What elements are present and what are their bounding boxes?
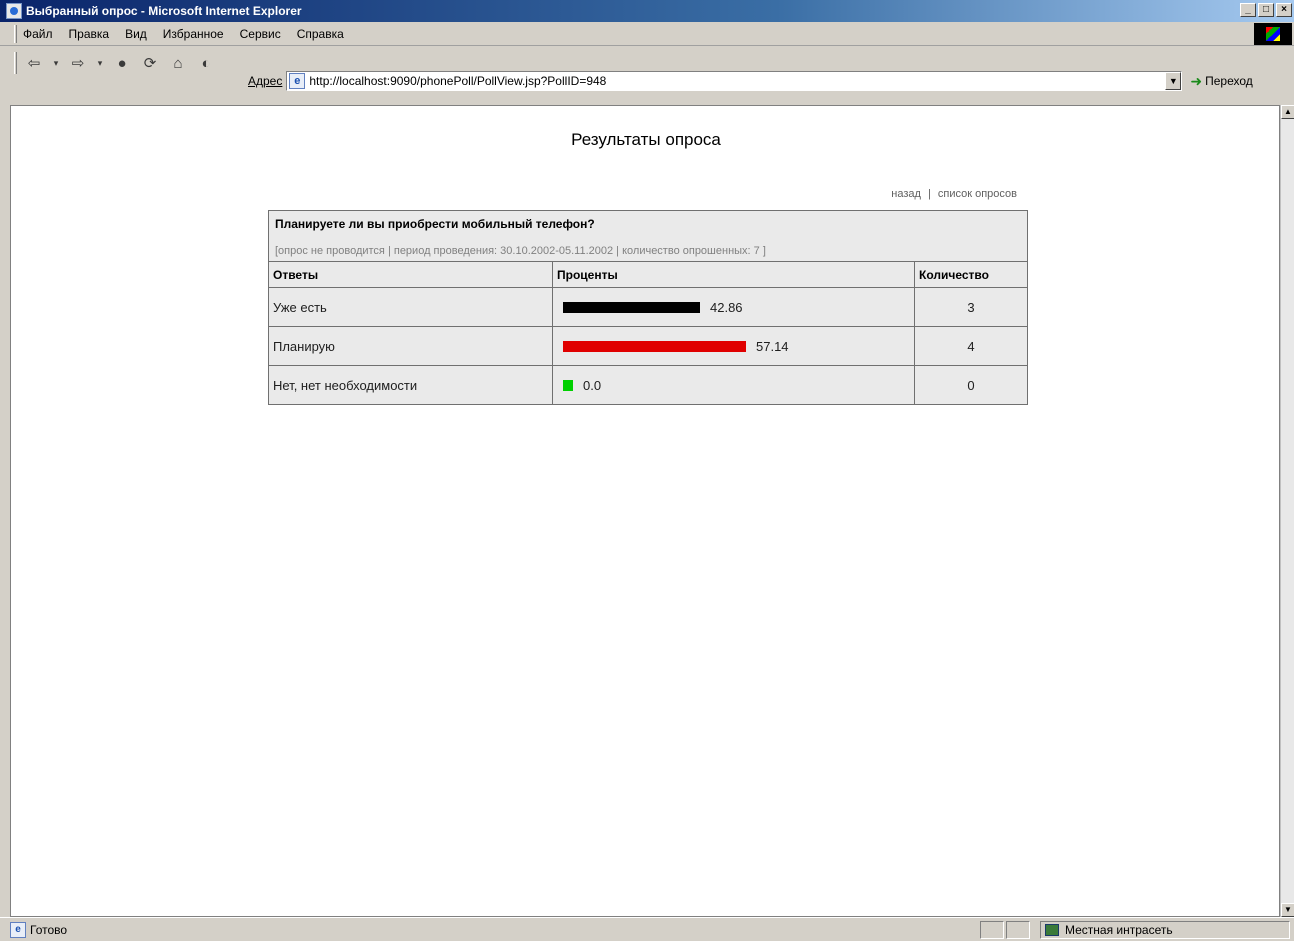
percent-bar	[563, 301, 700, 313]
count-cell: 4	[914, 326, 1028, 366]
window-title: Выбранный опрос - Microsoft Internet Exp…	[26, 4, 302, 18]
chevron-down-icon[interactable]: ▾	[51, 52, 61, 74]
percent-cell: 0.0	[552, 365, 915, 405]
intranet-icon	[1045, 924, 1059, 936]
menu-help[interactable]: Справка	[297, 27, 344, 41]
percent-cell: 42.86	[552, 287, 915, 327]
percent-value: 0.0	[583, 377, 602, 393]
address-input[interactable]: e http://localhost:9090/phonePoll/PollVi…	[286, 71, 1183, 91]
menu-file[interactable]: Файл	[23, 27, 53, 41]
go-arrow-icon: ➜	[1190, 72, 1203, 89]
address-bar: Адрес e http://localhost:9090/phonePoll/…	[248, 69, 1253, 93]
refresh-icon[interactable]: ⟳	[139, 52, 161, 74]
back-link[interactable]: назад	[891, 188, 921, 200]
title-bar: Выбранный опрос - Microsoft Internet Exp…	[0, 0, 1294, 22]
poll-meta: [опрос не проводится | период проведения…	[275, 245, 766, 257]
poll-results-table: Планируете ли вы приобрести мобильный те…	[268, 210, 1028, 405]
page-links: назад | список опросов	[891, 188, 1017, 200]
table-row: Уже есть 42.86 3	[268, 287, 1028, 327]
chevron-down-icon[interactable]: ▾	[95, 52, 105, 74]
status-bar: e Готово Местная интрасеть	[0, 917, 1294, 941]
zone-label: Местная интрасеть	[1065, 923, 1173, 937]
header-percent: Проценты	[552, 261, 915, 288]
answer-cell: Уже есть	[268, 287, 553, 327]
stop-icon[interactable]: ●	[111, 52, 133, 74]
back-icon[interactable]: ⇦	[23, 52, 45, 74]
percent-value: 57.14	[756, 338, 789, 354]
toolbar: ⇦ ▾ ⇨ ▾ ● ⟳ ⌂ ◐ Адрес e http://localhost…	[0, 47, 1294, 105]
count-cell: 3	[914, 287, 1028, 327]
answer-cell: Нет, нет необходимости	[268, 365, 553, 405]
page-done-icon: e	[10, 921, 26, 938]
percent-bar	[563, 379, 573, 391]
status-left: e Готово	[10, 921, 68, 938]
header-row: Ответы Проценты Количество	[268, 261, 1028, 288]
navigation-buttons: ⇦ ▾ ⇨ ▾ ● ⟳ ⌂ ◐	[0, 47, 223, 79]
search-icon[interactable]: ◐	[195, 52, 217, 74]
home-icon[interactable]: ⌂	[167, 52, 189, 74]
poll-list-link[interactable]: список опросов	[938, 188, 1017, 200]
table-row: Нет, нет необходимости 0.0 0	[268, 365, 1028, 405]
question-row: Планируете ли вы приобрести мобильный те…	[268, 210, 1028, 262]
question-cell: Планируете ли вы приобрести мобильный те…	[268, 210, 1028, 262]
security-zone: Местная интрасеть	[1040, 921, 1290, 939]
table-row: Планирую 57.14 4	[268, 326, 1028, 366]
address-url: http://localhost:9090/phonePoll/PollView…	[309, 74, 607, 88]
answer-cell: Планирую	[268, 326, 553, 366]
percent-bar	[563, 340, 746, 352]
forward-icon[interactable]: ⇨	[67, 52, 89, 74]
percent-value: 42.86	[710, 299, 743, 315]
page-content: Результаты опроса назад | список опросов…	[10, 105, 1280, 917]
page-title: Результаты опроса	[571, 130, 721, 149]
scroll-up-icon[interactable]: ▲	[1281, 105, 1294, 119]
windows-logo-icon	[1266, 27, 1280, 41]
address-dropdown-icon[interactable]: ▼	[1165, 72, 1182, 90]
menu-view[interactable]: Вид	[125, 27, 147, 41]
ie-icon	[6, 3, 22, 19]
menu-tools[interactable]: Сервис	[240, 27, 281, 41]
header-answers: Ответы	[268, 261, 553, 288]
status-panel	[1006, 921, 1030, 939]
address-label: Адрес	[248, 74, 283, 88]
window-controls: _ □ ×	[1240, 3, 1292, 17]
menu-bar: Файл Правка Вид Избранное Сервис Справка	[0, 22, 1294, 46]
page-icon: e	[289, 73, 306, 89]
close-button[interactable]: ×	[1276, 3, 1292, 17]
windows-logo-throbber	[1254, 23, 1292, 45]
percent-cell: 57.14	[552, 326, 915, 366]
header-count: Количество	[914, 261, 1028, 288]
minimize-button[interactable]: _	[1240, 3, 1256, 17]
status-text: Готово	[30, 922, 68, 937]
poll-question: Планируете ли вы приобрести мобильный те…	[275, 217, 595, 231]
vertical-scrollbar[interactable]: ▲ ▼	[1280, 105, 1294, 917]
menu-grip	[14, 24, 17, 43]
go-button[interactable]: ➜ Переход	[1190, 73, 1252, 90]
count-cell: 0	[914, 365, 1028, 405]
toolbar-grip	[14, 52, 17, 74]
menu-edit[interactable]: Правка	[69, 27, 110, 41]
link-separator: |	[927, 188, 931, 200]
maximize-button[interactable]: □	[1258, 3, 1274, 17]
menu-favorites[interactable]: Избранное	[163, 27, 224, 41]
status-panel	[980, 921, 1004, 939]
go-label: Переход	[1205, 74, 1253, 88]
scroll-down-icon[interactable]: ▼	[1281, 903, 1294, 917]
